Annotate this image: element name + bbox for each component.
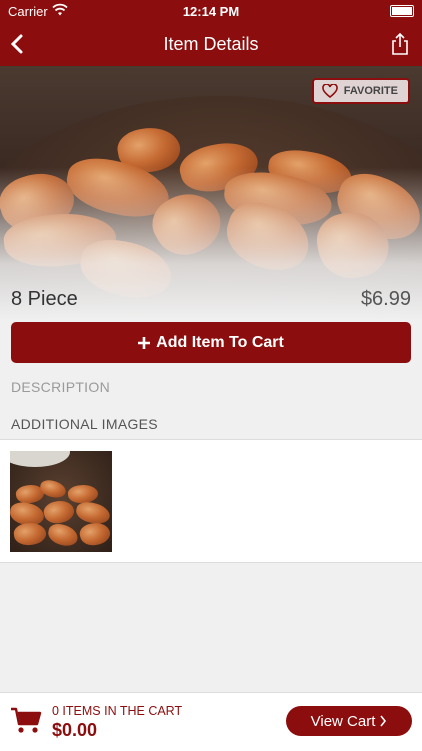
cart-footer: 0 ITEMS IN THE CART $0.00 View Cart: [0, 692, 422, 751]
add-to-cart-button[interactable]: Add Item To Cart: [11, 322, 411, 363]
favorite-button[interactable]: FAVORITE: [311, 78, 410, 104]
plate-shape: [10, 451, 70, 467]
status-time: 12:14 PM: [182, 4, 240, 19]
plus-icon: [138, 336, 151, 349]
battery-icon: [390, 5, 414, 17]
chevron-right-icon: [380, 715, 387, 727]
wing-shape: [46, 521, 80, 549]
additional-images-gallery: [0, 439, 422, 563]
cart-total: $0.00: [52, 720, 98, 740]
header: Carrier 12:14 PM Item Details: [0, 0, 422, 66]
view-cart-label: View Cart: [310, 712, 376, 730]
heart-icon: [321, 84, 338, 98]
item-name: 8 Piece: [11, 288, 78, 310]
add-to-cart-label: Add Item To Cart: [156, 333, 284, 351]
wing-shape: [12, 520, 48, 548]
status-bar: Carrier 12:14 PM: [0, 0, 422, 22]
additional-images-heading: ADDITIONAL IMAGES: [11, 416, 158, 432]
item-price: $6.99: [360, 288, 411, 310]
shopping-cart-icon[interactable]: [10, 706, 42, 734]
additional-image-thumbnail[interactable]: [10, 451, 112, 552]
hero-fade-overlay: [0, 66, 422, 320]
wing-shape: [78, 520, 112, 548]
wing-shape: [41, 497, 77, 527]
share-icon[interactable]: [390, 32, 410, 56]
item-hero-image: FAVORITE: [0, 66, 422, 320]
cart-items-count: 0 ITEMS IN THE CART: [52, 704, 183, 718]
wing-shape: [74, 500, 112, 526]
description-heading: DESCRIPTION: [11, 379, 110, 395]
page-title: Item Details: [163, 34, 259, 54]
view-cart-button[interactable]: View Cart: [286, 706, 412, 736]
favorite-label: FAVORITE: [343, 85, 398, 97]
